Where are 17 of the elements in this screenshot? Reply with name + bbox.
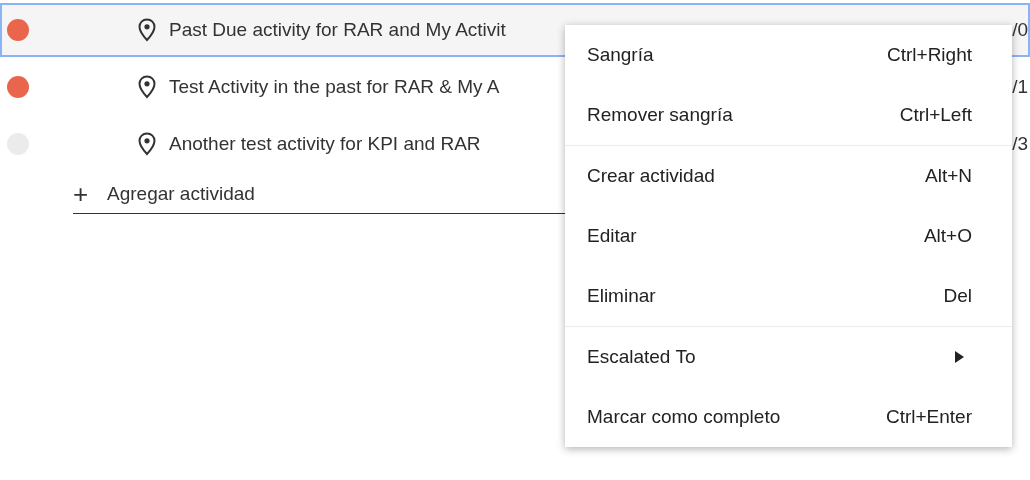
submenu-item[interactable]: Escalated To [565, 327, 1012, 387]
location-pin-icon [137, 132, 157, 156]
activity-title: Test Activity in the past for RAR & My A [169, 76, 500, 98]
date-cell: /3 [1012, 133, 1028, 155]
date-cell: /1 [1012, 76, 1028, 98]
menu-item[interactable]: Crear actividad Alt+N [565, 146, 1012, 206]
date-cell: /0 [1012, 19, 1028, 41]
location-pin-icon [137, 18, 157, 42]
add-activity-link[interactable]: + Agregar actividad [73, 174, 565, 214]
menu-item[interactable]: Remover sangría Ctrl+Left [565, 85, 1012, 145]
submenu-arrow-icon [954, 351, 964, 363]
menu-item[interactable]: Eliminar Del [565, 266, 1012, 326]
location-pin-icon [137, 75, 157, 99]
menu-item[interactable]: Editar Alt+O [565, 206, 1012, 266]
activity-title: Past Due activity for RAR and My Activit [169, 19, 506, 41]
activity-title: Another test activity for KPI and RAR [169, 133, 481, 155]
menu-item[interactable]: Marcar como completo Ctrl+Enter [565, 387, 1012, 447]
